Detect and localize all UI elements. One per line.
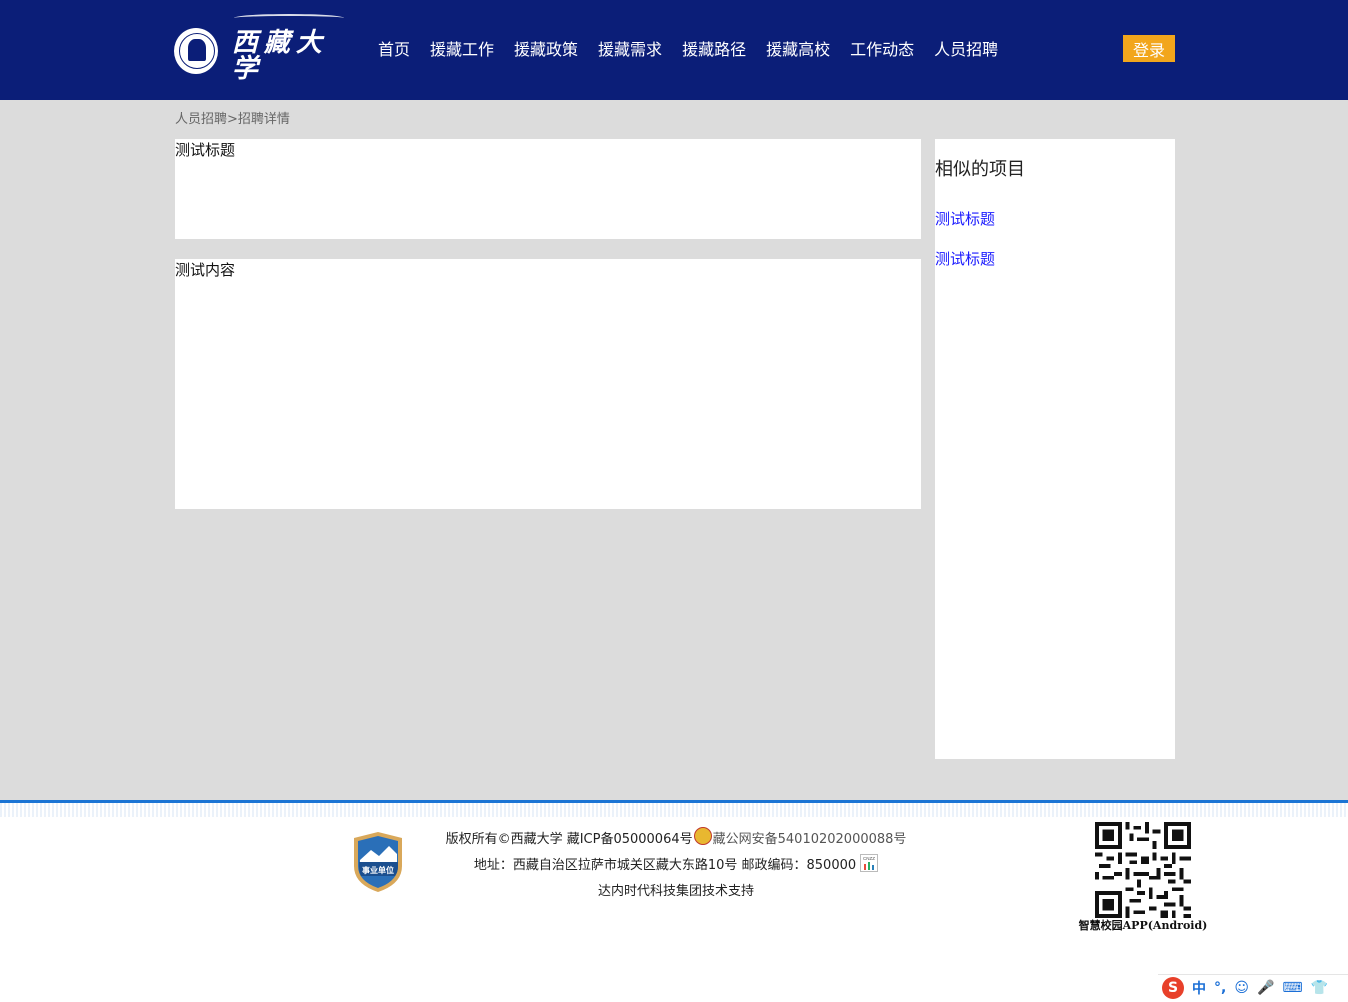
detail-content: 测试内容 [175,261,236,279]
university-logo[interactable]: 西藏大学 [174,14,354,82]
badge-label: 事业单位 [362,865,394,875]
breadcrumb-current: 招聘详情 [237,112,290,127]
university-seal-icon [174,28,218,74]
footer-police-record[interactable]: 藏公网安备54010202000088号 [713,832,907,847]
sidebar-item-link[interactable]: 测试标题 [935,208,995,230]
ime-skin-icon[interactable]: 👕 [1311,980,1328,996]
sogou-logo-icon[interactable]: S [1162,976,1184,999]
footer-support: 达内时代科技集团技术支持 [597,884,754,899]
ime-microphone-icon[interactable]: 🎤 [1257,980,1274,996]
ime-chinese-mode[interactable]: 中 [1192,978,1206,998]
breadcrumb: 人员招聘>招聘详情 [175,110,290,130]
nav-item-aid-universities[interactable]: 援藏高校 [766,38,830,62]
nav-item-aid-path[interactable]: 援藏路径 [682,38,746,62]
app-qr-code-icon [1095,822,1191,918]
sidebar-item-link[interactable]: 测试标题 [935,248,995,270]
sidebar-title: 相似的项目 [935,159,1025,180]
breadcrumb-parent[interactable]: 人员招聘 [175,112,227,127]
ime-toolbar: S 中 °, ☺ 🎤 ⌨ 👕 [1158,974,1348,1000]
footer-support-line: 达内时代科技集团技术支持 [420,879,932,905]
ime-keyboard-icon[interactable]: ⌨ [1282,980,1302,996]
footer-info: 版权所有©西藏大学 藏ICP备05000064号 藏公网安备54010202000… [420,827,932,905]
nav-item-work-news[interactable]: 工作动态 [850,38,914,62]
cnzz-stats-icon[interactable]: CNZZ [860,854,879,872]
login-button[interactable]: 登录 [1123,35,1175,62]
ime-punctuation-icon[interactable]: °, [1214,980,1226,996]
footer-copyright-line: 版权所有©西藏大学 藏ICP备05000064号 藏公网安备54010202000… [420,827,932,853]
main-nav: 首页 援藏工作 援藏政策 援藏需求 援藏路径 援藏高校 工作动态 人员招聘 [378,38,1018,62]
nav-item-recruitment[interactable]: 人员招聘 [934,38,998,62]
nav-item-aid-needs[interactable]: 援藏需求 [598,38,662,62]
similar-projects-sidebar: 相似的项目 测试标题 测试标题 [935,139,1175,759]
detail-content-panel: 测试内容 [175,259,921,509]
qr-caption: 智慧校园APP(Android) [1078,919,1208,932]
ime-emoji-icon[interactable]: ☺ [1234,980,1249,996]
public-institution-badge-icon[interactable]: 事业单位 [351,830,405,894]
footer-address: 地址：西藏自治区拉萨市城关区藏大东路10号 邮政编码：850000 [473,858,857,873]
detail-title: 测试标题 [175,141,236,159]
breadcrumb-separator: > [227,112,238,127]
nav-item-aid-policy[interactable]: 援藏政策 [514,38,578,62]
nav-item-aid-work[interactable]: 援藏工作 [430,38,494,62]
site-header: 西藏大学 首页 援藏工作 援藏政策 援藏需求 援藏路径 援藏高校 工作动态 人员… [0,0,1348,100]
logo-text: 西藏大学 [232,14,354,82]
cnzz-label: CNZZ [863,856,875,861]
nav-item-home[interactable]: 首页 [378,38,410,62]
footer-stripe [0,803,1348,817]
police-badge-icon [693,827,712,845]
footer-copyright[interactable]: 版权所有©西藏大学 藏ICP备05000064号 [446,832,693,847]
footer-address-line: 地址：西藏自治区拉萨市城关区藏大东路10号 邮政编码：850000 CNZZ [420,853,932,879]
detail-title-panel: 测试标题 [175,139,921,239]
